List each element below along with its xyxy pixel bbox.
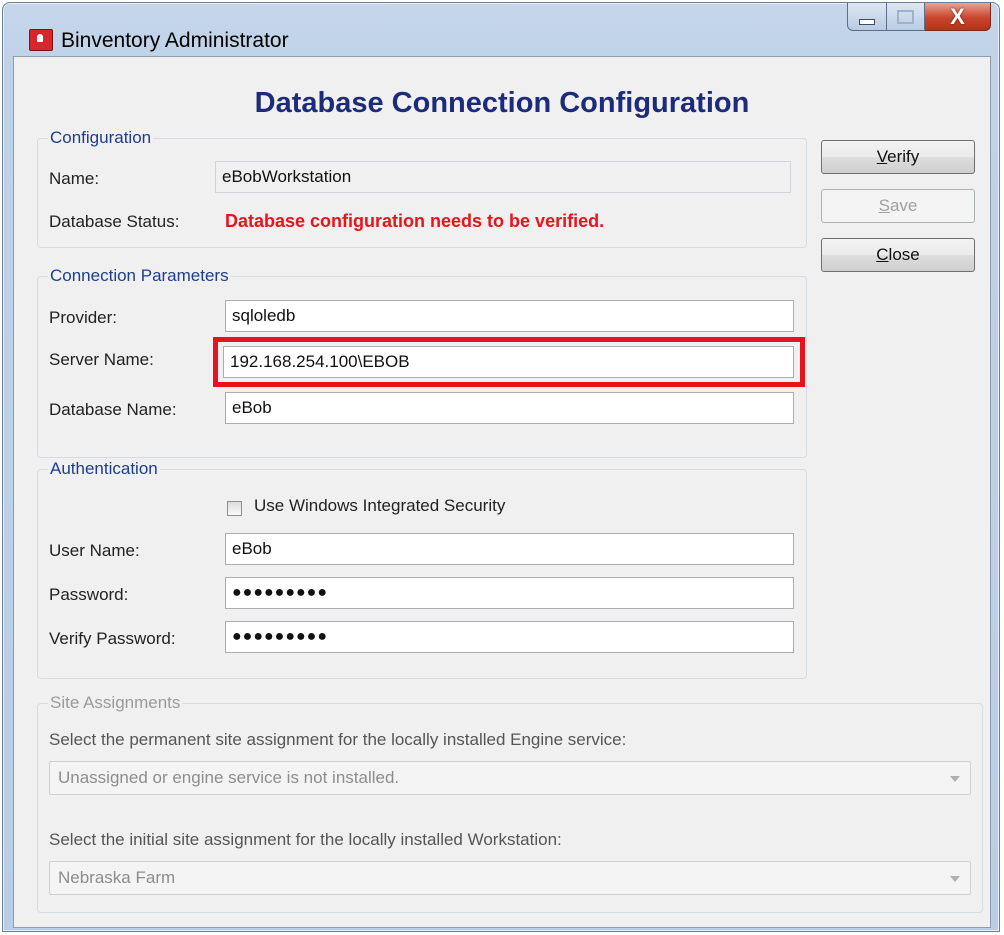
connection-parameters-legend: Connection Parameters <box>50 266 229 285</box>
name-label: Name: <box>49 169 100 188</box>
dialog-client-area: Database Connection Configuration Config… <box>13 56 991 928</box>
user-name-input[interactable]: eBob <box>225 533 794 565</box>
close-label: lose <box>888 245 920 264</box>
app-window: Binventory Administrator X Database Conn… <box>2 2 1000 932</box>
configuration-legend: Configuration <box>50 128 152 147</box>
engine-site-label: Select the permanent site assignment for… <box>49 730 627 749</box>
save-button: Save <box>821 189 975 223</box>
engine-site-value: Unassigned or engine service is not inst… <box>58 768 400 787</box>
workstation-site-select: Nebraska Farm <box>49 861 971 895</box>
minimize-button[interactable] <box>847 3 887 31</box>
close-button[interactable]: Close <box>821 238 975 272</box>
database-status-value: Database configuration needs to be verif… <box>225 211 605 231</box>
site-assignments-legend: Site Assignments <box>50 693 181 712</box>
authentication-legend: Authentication <box>50 459 158 478</box>
database-name-input[interactable]: eBob <box>225 392 794 424</box>
server-name-label: Server Name: <box>49 350 154 369</box>
minimize-icon <box>859 18 875 25</box>
windows-security-checkbox[interactable] <box>227 501 242 516</box>
window-controls: X <box>847 3 991 33</box>
password-input[interactable]: ●●●●●●●●● <box>225 577 794 609</box>
maximize-button <box>887 3 925 31</box>
database-status-label: Database Status: <box>49 212 180 231</box>
verify-password-input[interactable]: ●●●●●●●●● <box>225 621 794 653</box>
provider-label: Provider: <box>49 308 118 327</box>
password-label: Password: <box>49 585 129 604</box>
maximize-icon <box>897 9 914 24</box>
close-mnemonic: C <box>876 245 889 264</box>
engine-site-select: Unassigned or engine service is not inst… <box>49 761 971 795</box>
verify-label: erify <box>887 147 920 166</box>
chevron-down-icon <box>950 876 960 882</box>
provider-input[interactable]: sqloledb <box>225 300 794 332</box>
verify-password-label: Verify Password: <box>49 629 176 648</box>
close-window-button[interactable]: X <box>925 3 991 31</box>
close-icon: X <box>950 3 965 29</box>
verify-button[interactable]: Verify <box>821 140 975 174</box>
verify-mnemonic: V <box>876 147 888 166</box>
window-title: Binventory Administrator <box>61 29 289 52</box>
save-label: ave <box>889 196 918 215</box>
title-bar[interactable]: Binventory Administrator X <box>3 3 999 55</box>
save-mnemonic: S <box>878 196 890 215</box>
server-name-highlight <box>213 337 805 387</box>
workstation-site-label: Select the initial site assignment for t… <box>49 830 562 849</box>
page-title: Database Connection Configuration <box>254 87 750 119</box>
chevron-down-icon <box>950 776 960 782</box>
name-field: eBobWorkstation <box>215 161 791 193</box>
windows-security-label[interactable]: Use Windows Integrated Security <box>254 496 505 516</box>
workstation-site-value: Nebraska Farm <box>58 868 176 887</box>
binventory-app-icon[interactable] <box>29 29 53 51</box>
database-name-label: Database Name: <box>49 400 177 419</box>
user-name-label: User Name: <box>49 541 140 560</box>
